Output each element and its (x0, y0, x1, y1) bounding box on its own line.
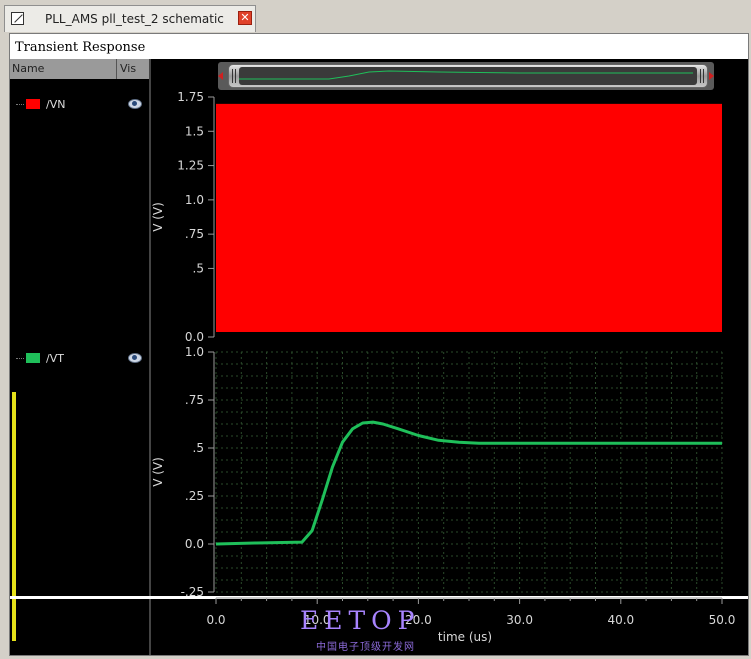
waveform-window: Transient Response Name Vis /VN /VT (9, 33, 749, 656)
signal-label-vt: /VT (46, 352, 64, 365)
tree-connector (16, 104, 24, 105)
schematic-icon (11, 12, 24, 25)
watermark-logo: EETOP (300, 606, 421, 635)
tab-schematic[interactable]: PLL_AMS pll_test_2 schematic ✕ (4, 5, 256, 32)
tab-bar: PLL_AMS pll_test_2 schematic ✕ (0, 0, 751, 34)
signal-label-vn: /VN (46, 98, 66, 111)
watermark-subtext: 中国电子顶级开发网 (316, 642, 415, 653)
signal-list-header: Name Vis (10, 59, 150, 79)
color-swatch-vt (26, 353, 40, 363)
signal-list-panel: /VN /VT (10, 79, 149, 653)
visibility-eye-icon[interactable] (128, 353, 142, 363)
overview-preview (239, 67, 697, 85)
strip-divider (10, 596, 748, 599)
panel-splitter[interactable] (149, 59, 151, 655)
left-handle[interactable] (232, 69, 236, 83)
overview-waveform (239, 70, 693, 80)
scroll-right-icon[interactable] (709, 72, 714, 80)
right-handle[interactable] (700, 69, 704, 83)
color-swatch-vn (26, 99, 40, 109)
tab-title: PLL_AMS pll_test_2 schematic (45, 12, 224, 26)
selection-bar (12, 392, 16, 641)
window-title: Transient Response (15, 40, 146, 55)
scroll-left-icon[interactable] (218, 72, 223, 80)
column-separator[interactable] (116, 59, 117, 79)
vis-column-header[interactable]: Vis (120, 62, 136, 75)
visibility-eye-icon[interactable] (128, 99, 142, 109)
zoom-scrollbar[interactable] (218, 62, 714, 90)
scroll-thumb[interactable] (228, 64, 708, 88)
signal-row-vt[interactable]: /VT (16, 351, 146, 367)
signal-row-vn[interactable]: /VN (16, 97, 146, 113)
name-column-header[interactable]: Name (12, 62, 44, 75)
window-titlebar: Transient Response (10, 34, 748, 59)
tree-connector (16, 358, 24, 359)
close-icon[interactable]: ✕ (238, 11, 252, 25)
